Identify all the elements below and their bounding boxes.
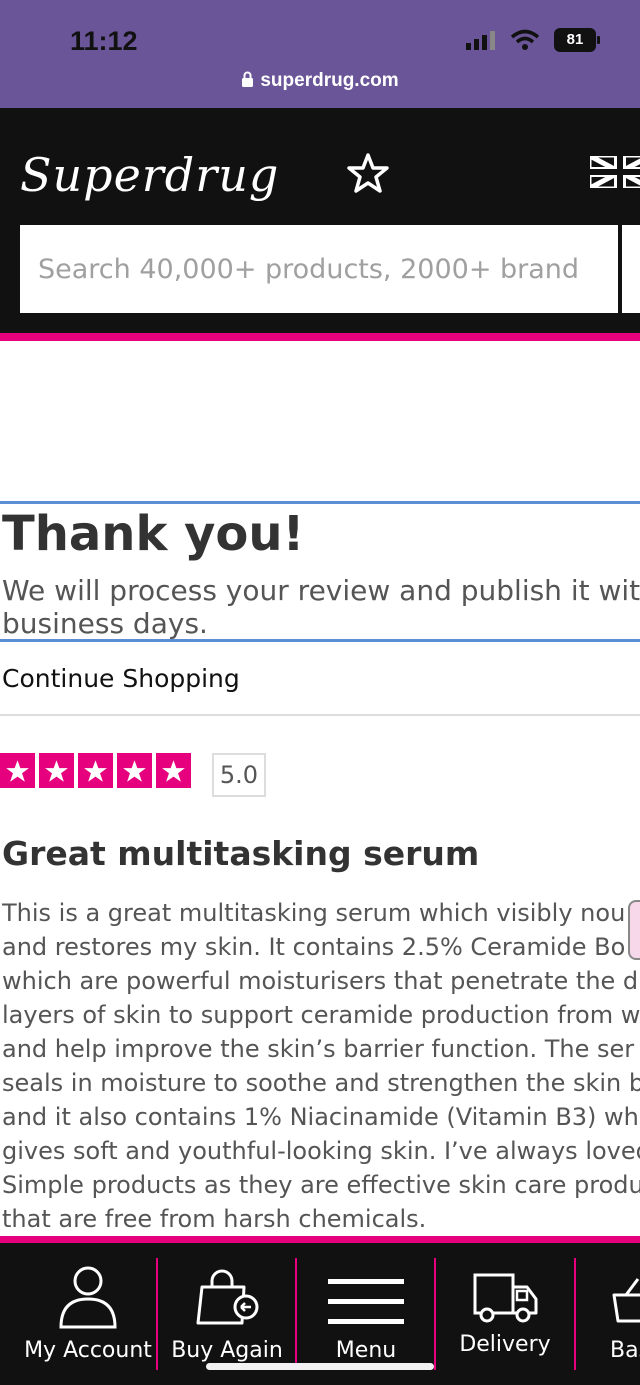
url-bar[interactable]: superdrug.com [0, 70, 640, 94]
hamburger-menu-icon [328, 1279, 404, 1324]
nav-label: Delivery [459, 1332, 551, 1357]
review-line: Simple products as they are effective sk… [2, 1171, 640, 1199]
status-icons: 81 [466, 28, 600, 52]
review-line: that are free from harsh chemicals. [2, 1205, 427, 1233]
wifi-icon [510, 29, 540, 50]
panel-top-border [0, 501, 640, 504]
nav-my-account[interactable]: My Account [20, 1243, 156, 1373]
thank-you-heading: Thank you! [2, 506, 305, 562]
nav-label: Menu [335, 1338, 397, 1363]
review-body: This is a great multitasking serum which… [2, 896, 640, 1236]
review-line: seals in moisture to soothe and strength… [2, 1069, 640, 1097]
review-line: which are powerful moisturisers that pen… [2, 967, 639, 995]
star-rating [0, 753, 191, 788]
battery-icon: 81 [554, 28, 600, 52]
thank-you-message: We will process your review and publish … [2, 574, 640, 640]
review-line: and help improve the skin’s barrier func… [2, 1035, 635, 1063]
thank-you-message-line2: business days. [2, 607, 208, 640]
divider [0, 714, 640, 716]
bottom-nav-accent-bar [0, 1236, 640, 1243]
nav-separator [295, 1258, 297, 1370]
delivery-truck-icon [473, 1273, 538, 1323]
nav-delivery[interactable]: Delivery [437, 1243, 573, 1373]
nav-label: My Account [24, 1338, 152, 1363]
nav-label: Buy Again [171, 1338, 283, 1363]
review-line: and it also contains 1% Niacinamide (Vit… [2, 1103, 640, 1131]
logo-star-icon [347, 153, 389, 193]
signal-icon [466, 31, 495, 50]
review-line: layers of skin to support ceramide produ… [2, 1001, 640, 1029]
nav-separator [434, 1258, 436, 1370]
superdrug-logo[interactable]: Superdrug [20, 148, 279, 202]
nav-separator [574, 1258, 576, 1370]
clock: 11:12 [70, 26, 138, 56]
uk-flag-icon[interactable] [590, 156, 640, 188]
feedback-side-tab[interactable] [628, 900, 640, 960]
star-icon [0, 753, 35, 788]
star-icon [156, 753, 191, 788]
rating-value: 5.0 [212, 753, 266, 797]
thank-you-message-line1: We will process your review and publish … [2, 574, 640, 607]
review-line: and restores my skin. It contains 2.5% C… [2, 933, 626, 961]
review-line: gives soft and youthful-looking skin. I’… [2, 1137, 640, 1165]
star-icon [39, 753, 74, 788]
search-button[interactable] [622, 225, 640, 313]
home-indicator [206, 1363, 434, 1370]
nav-buy-again[interactable]: Buy Again [160, 1243, 294, 1373]
nav-basket[interactable]: Bas [578, 1243, 640, 1373]
user-icon [59, 1266, 117, 1329]
nav-menu[interactable]: Menu [298, 1243, 434, 1373]
continue-shopping-link[interactable]: Continue Shopping [2, 664, 240, 693]
star-icon [117, 753, 152, 788]
url-text: superdrug.com [260, 70, 399, 91]
nav-separator [156, 1258, 158, 1370]
basket-icon [612, 1278, 640, 1323]
search-placeholder: Search 40,000+ products, 2000+ brand [38, 253, 580, 285]
review-line: This is a great multitasking serum which… [2, 899, 626, 927]
star-icon [78, 753, 113, 788]
search-input[interactable]: Search 40,000+ products, 2000+ brand [20, 225, 618, 313]
status-bar: 11:12 81 superdrug.com [0, 0, 640, 108]
review-title: Great multitasking serum [2, 834, 480, 873]
panel-bottom-border [0, 639, 640, 642]
nav-label: Bas [610, 1338, 640, 1363]
lock-icon [241, 71, 254, 94]
buy-again-bag-icon [196, 1269, 259, 1325]
header-accent-bar [0, 333, 640, 341]
